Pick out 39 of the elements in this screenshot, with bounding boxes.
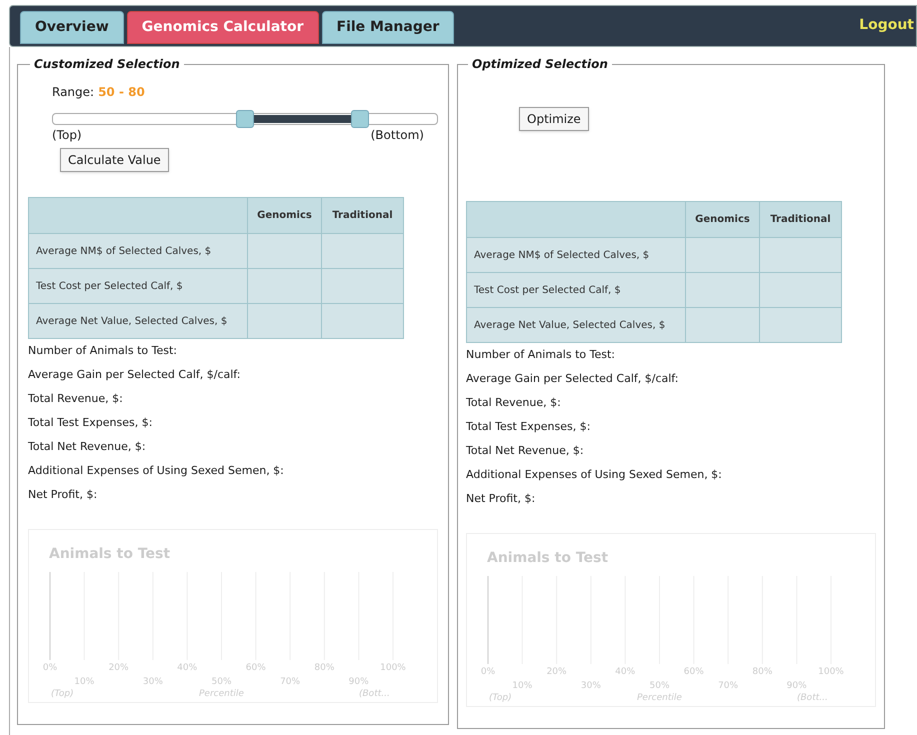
optimize-button[interactable]: Optimize bbox=[519, 107, 589, 131]
slider-handle[interactable] bbox=[236, 110, 254, 128]
result-label: Additional Expenses of Using Sexed Semen, $: bbox=[466, 467, 723, 483]
result-label: Average Gain per Selected Calf, $/calf: bbox=[28, 367, 242, 383]
row-label: Average Net Value, Selected Calves, $ bbox=[28, 304, 248, 338]
row-label: Average NM$ of Selected Calves, $ bbox=[466, 238, 686, 272]
slider-handle[interactable] bbox=[351, 110, 370, 128]
calculate-button[interactable]: Calculate Value bbox=[60, 148, 169, 172]
result-label: Net Profit, $: bbox=[28, 487, 98, 503]
row-label: Test Cost per Selected Calf, $ bbox=[28, 268, 248, 304]
result-label: Number of Animals to Test: bbox=[466, 347, 616, 363]
panel-title: Optimized Selection bbox=[471, 56, 609, 73]
nav-tab[interactable]: Overview bbox=[20, 11, 124, 44]
result-label: Total Test Expenses, $: bbox=[466, 419, 592, 435]
result-label: Number of Animals to Test: bbox=[28, 343, 178, 359]
panel-title: Customized Selection bbox=[33, 56, 181, 73]
column-header: Genomics bbox=[686, 202, 760, 238]
column-header: Genomics bbox=[248, 198, 322, 234]
logout-link[interactable]: Logout bbox=[859, 15, 916, 36]
range-label: Range: bbox=[52, 84, 94, 101]
result-label: Additional Expenses of Using Sexed Semen, $: bbox=[28, 463, 285, 479]
slider-track[interactable] bbox=[52, 113, 438, 125]
row-label: Average Net Value, Selected Calves, $ bbox=[466, 308, 686, 342]
result-label: Total Net Revenue, $: bbox=[466, 443, 585, 459]
nav-tab[interactable]: File Manager bbox=[322, 11, 454, 44]
result-label: Total Revenue, $: bbox=[28, 391, 124, 407]
column-header: Traditional bbox=[322, 198, 404, 234]
result-label: Net Profit, $: bbox=[466, 491, 536, 507]
slider-label: (Top) bbox=[52, 127, 82, 144]
row-label: Test Cost per Selected Calf, $ bbox=[466, 272, 686, 308]
result-label: Average Gain per Selected Calf, $/calf: bbox=[466, 371, 680, 387]
slider-label: (Bottom) bbox=[370, 127, 424, 144]
result-label: Total Revenue, $: bbox=[466, 395, 562, 411]
range-value: 50 - 80 bbox=[98, 84, 145, 101]
result-label: Total Net Revenue, $: bbox=[28, 439, 147, 455]
column-header: Traditional bbox=[760, 202, 842, 238]
result-label: Total Test Expenses, $: bbox=[28, 415, 154, 431]
nav-tab[interactable]: Genomics Calculator bbox=[126, 11, 318, 44]
row-label: Average NM$ of Selected Calves, $ bbox=[28, 234, 248, 268]
